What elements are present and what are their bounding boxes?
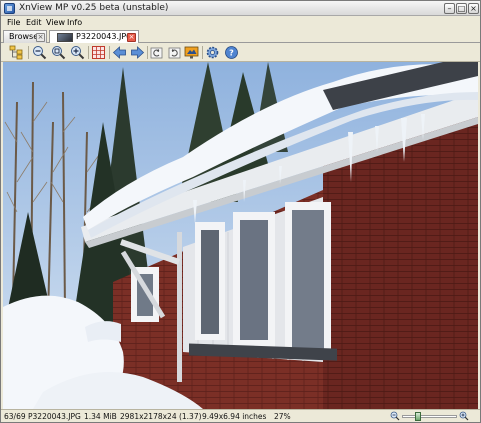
toolbar-separator	[28, 46, 29, 59]
zoom-in-icon[interactable]	[70, 45, 85, 60]
previous-arrow-icon[interactable]	[112, 45, 127, 60]
photo	[3, 62, 478, 409]
rotate-right-icon[interactable]	[167, 45, 182, 60]
image-thumbnail-icon	[57, 33, 73, 42]
menu-file[interactable]: File	[4, 17, 23, 28]
menu-bar: File Edit View Info	[1, 16, 480, 29]
tab-image-label: P3220043.JPG	[76, 32, 133, 41]
status-print-size: 9.49x6.94 inches	[202, 412, 267, 421]
toolbar-separator	[88, 46, 89, 59]
app-window: XnView MP v0.25 beta (unstable) – □ × Fi…	[0, 0, 481, 423]
help-icon[interactable]: ?	[224, 45, 239, 60]
zoom-out-icon[interactable]	[32, 45, 47, 60]
tab-browser-close-icon[interactable]: ×	[36, 33, 45, 42]
zoom-slider[interactable]	[402, 415, 457, 418]
title-bar[interactable]: XnView MP v0.25 beta (unstable) – □ ×	[1, 1, 480, 16]
tab-image[interactable]: P3220043.JPG ×	[49, 30, 139, 43]
toolbar-separator	[109, 46, 110, 59]
svg-text:?: ?	[229, 49, 234, 58]
zoom-out-small-icon[interactable]	[390, 411, 400, 421]
tab-image-close-icon[interactable]: ×	[127, 33, 136, 42]
status-filename: P3220043.JPG	[28, 412, 81, 421]
grid-icon[interactable]	[91, 45, 106, 60]
menu-edit[interactable]: Edit	[23, 17, 45, 28]
rotate-left-icon[interactable]	[149, 45, 164, 60]
settings-gear-icon[interactable]	[205, 45, 220, 60]
tab-bar: Browser × P3220043.JPG ×	[1, 29, 480, 43]
minimize-button[interactable]: –	[444, 3, 455, 14]
next-arrow-icon[interactable]	[130, 45, 145, 60]
maximize-button[interactable]: □	[456, 3, 467, 14]
zoom-in-small-icon[interactable]	[459, 411, 469, 421]
toolbar-separator	[147, 46, 148, 59]
slideshow-icon[interactable]	[184, 45, 199, 60]
image-viewer[interactable]	[3, 62, 478, 409]
status-bar: 63/69 P3220043.JPG 1.34 MiB 2981x2178x24…	[1, 409, 480, 422]
tab-browser[interactable]: Browser ×	[3, 30, 47, 43]
status-zoom: 27%	[274, 412, 291, 421]
status-index: 63/69	[4, 412, 26, 421]
window-title: XnView MP v0.25 beta (unstable)	[19, 3, 169, 13]
zoom-fit-icon[interactable]	[51, 45, 66, 60]
status-dimensions: 2981x2178x24 (1.37)	[120, 412, 202, 421]
menu-info[interactable]: Info	[64, 17, 85, 28]
zoom-slider-thumb[interactable]	[415, 412, 421, 421]
status-filesize: 1.34 MiB	[84, 412, 117, 421]
tree-icon[interactable]	[9, 45, 24, 60]
toolbar-separator	[202, 46, 203, 59]
close-window-button[interactable]: ×	[468, 3, 479, 14]
app-logo-icon	[4, 3, 15, 14]
toolbar: ?	[1, 43, 480, 62]
